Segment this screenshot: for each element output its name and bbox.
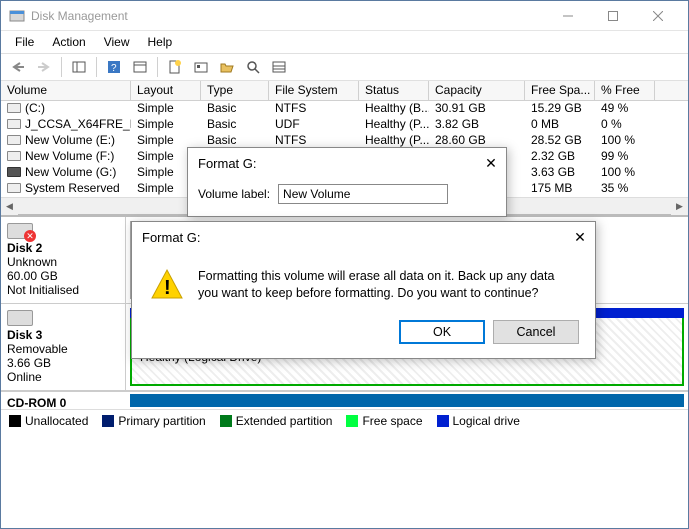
volume-icon [7, 151, 21, 161]
warning-icon: ! [150, 268, 184, 302]
volume-icon [7, 183, 21, 193]
list-icon[interactable] [268, 56, 290, 78]
dialog-title: Format G: [198, 156, 257, 171]
legend-primary: Primary partition [118, 414, 205, 428]
menubar: File Action View Help [1, 31, 688, 53]
cdrom-row[interactable]: CD-ROM 0 [1, 391, 688, 409]
forward-icon[interactable] [33, 56, 55, 78]
new-icon[interactable] [164, 56, 186, 78]
col-free[interactable]: Free Spa... [525, 81, 595, 100]
legend-unallocated: Unallocated [25, 414, 88, 428]
col-layout[interactable]: Layout [131, 81, 201, 100]
col-capacity[interactable]: Capacity [429, 81, 525, 100]
legend-free: Free space [362, 414, 422, 428]
scroll-right-icon[interactable]: ▶ [671, 198, 688, 215]
menu-file[interactable]: File [7, 33, 42, 51]
col-pct[interactable]: % Free [595, 81, 655, 100]
col-type[interactable]: Type [201, 81, 269, 100]
toolbar: ? [1, 53, 688, 81]
volume-icon [7, 119, 21, 129]
col-volume[interactable]: Volume [1, 81, 131, 100]
minimize-button[interactable] [545, 1, 590, 30]
col-fs[interactable]: File System [269, 81, 359, 100]
disk-icon [7, 310, 33, 326]
svg-text:!: ! [164, 277, 171, 299]
maximize-button[interactable] [590, 1, 635, 30]
window-title: Disk Management [31, 9, 545, 23]
volume-label-input[interactable] [278, 184, 448, 204]
close-icon[interactable]: ✕ [565, 222, 595, 252]
legend-extended: Extended partition [236, 414, 333, 428]
cdrom-title: CD-ROM 0 [7, 396, 66, 409]
disk-line: Unknown [7, 255, 119, 269]
disk-title: Disk 2 [7, 241, 119, 255]
view-icon[interactable] [68, 56, 90, 78]
back-icon[interactable] [7, 56, 29, 78]
close-icon[interactable]: ✕ [476, 148, 506, 178]
cancel-button[interactable]: Cancel [493, 320, 579, 344]
dialog-title: Format G: [142, 230, 201, 245]
confirm-message: Formatting this volume will erase all da… [198, 268, 577, 302]
grid-header: Volume Layout Type File System Status Ca… [1, 81, 688, 101]
titlebar: Disk Management [1, 1, 688, 31]
disk-line: Removable [7, 342, 119, 356]
volume-label-text: Volume label: [198, 187, 270, 201]
settings-icon[interactable] [129, 56, 151, 78]
disk-error-icon [7, 223, 33, 239]
table-row[interactable]: J_CCSA_X64FRE_E...SimpleBasicUDFHealthy … [1, 117, 688, 133]
close-button[interactable] [635, 1, 680, 30]
table-row[interactable]: (C:)SimpleBasicNTFSHealthy (B...30.91 GB… [1, 101, 688, 117]
ok-button[interactable]: OK [399, 320, 485, 344]
disk-line: Online [7, 370, 119, 384]
legend: Unallocated Primary partition Extended p… [1, 409, 688, 431]
menu-help[interactable]: Help [140, 33, 181, 51]
open-icon[interactable] [216, 56, 238, 78]
col-status[interactable]: Status [359, 81, 429, 100]
volume-icon [7, 103, 21, 113]
refresh-icon[interactable] [242, 56, 264, 78]
properties-icon[interactable] [190, 56, 212, 78]
svg-text:?: ? [111, 63, 117, 74]
confirm-dialog: Format G: ✕ ! Formatting this volume wil… [131, 221, 596, 359]
disk-line: Not Initialised [7, 283, 119, 297]
app-icon [9, 8, 25, 24]
menu-view[interactable]: View [96, 33, 138, 51]
volume-icon [7, 135, 21, 145]
help-icon[interactable]: ? [103, 56, 125, 78]
disk-title: Disk 3 [7, 328, 119, 342]
disk-line: 3.66 GB [7, 356, 119, 370]
legend-logical: Logical drive [453, 414, 520, 428]
disk-line: 60.00 GB [7, 269, 119, 283]
scroll-left-icon[interactable]: ◀ [1, 198, 18, 215]
format-dialog: Format G: ✕ Volume label: [187, 147, 507, 217]
volume-icon [7, 167, 21, 177]
menu-action[interactable]: Action [44, 33, 93, 51]
